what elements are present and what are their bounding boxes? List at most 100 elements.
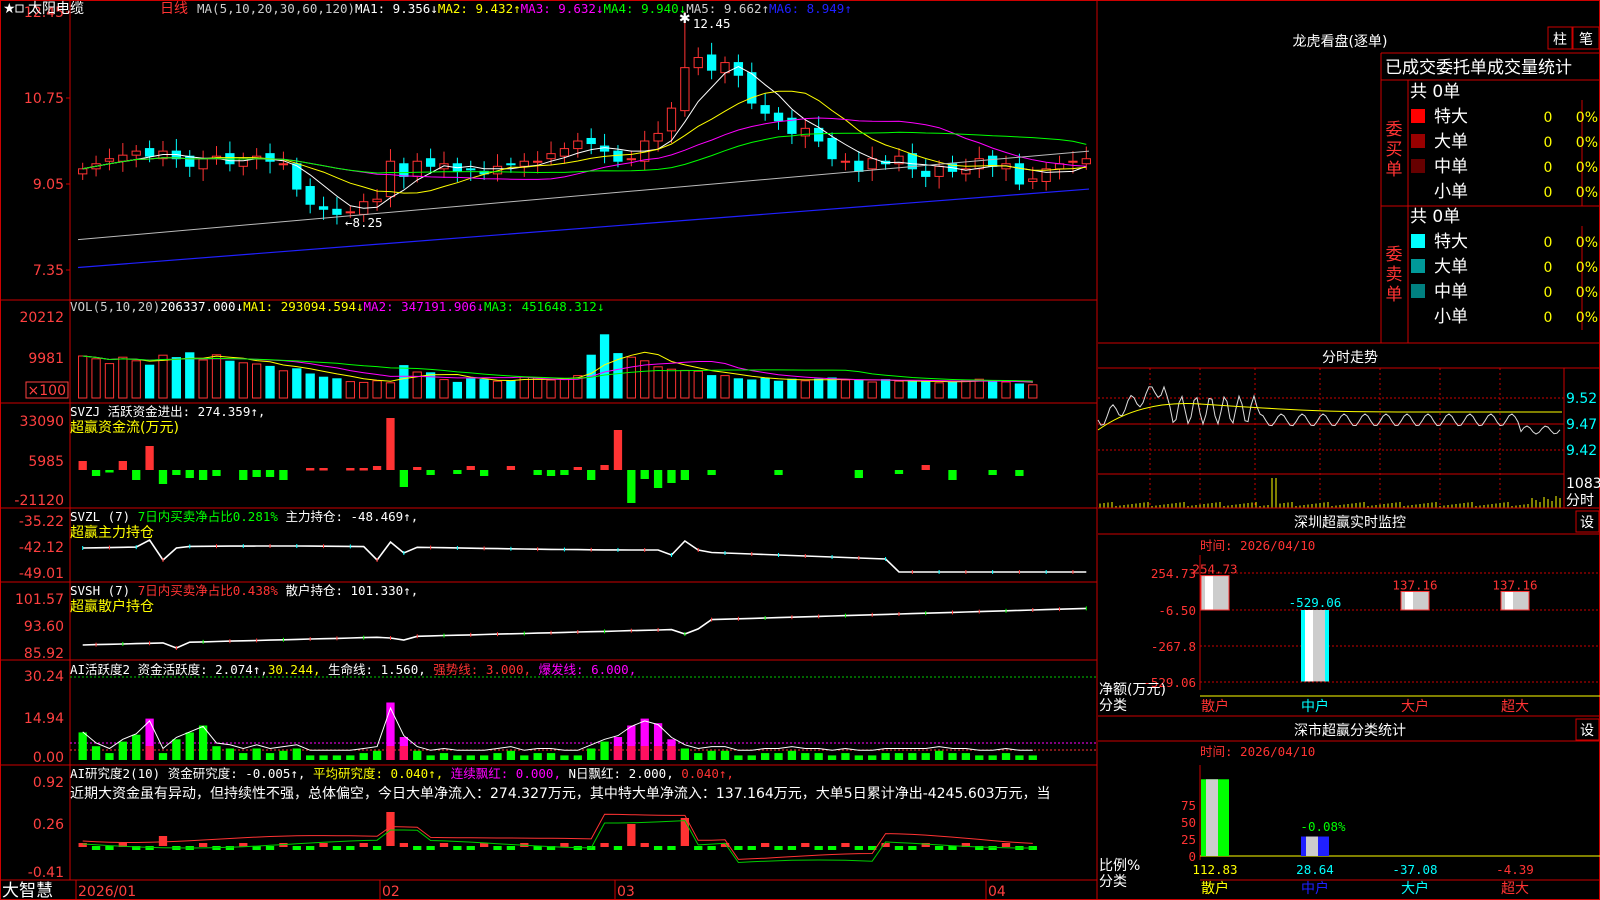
activity-bar[interactable] <box>212 746 221 760</box>
volume-bar[interactable] <box>720 375 730 399</box>
volume-bar[interactable] <box>171 357 182 399</box>
activity-bar[interactable] <box>265 753 275 760</box>
volume-bar[interactable] <box>305 373 315 399</box>
flow-bar[interactable] <box>573 467 582 470</box>
research-bar[interactable] <box>667 846 676 850</box>
volume-bar[interactable] <box>680 369 690 399</box>
volume-bar[interactable] <box>907 381 917 399</box>
candle[interactable] <box>278 163 289 166</box>
candle[interactable] <box>118 154 128 162</box>
flow-bar[interactable] <box>359 468 368 471</box>
research-bar[interactable] <box>680 818 690 846</box>
research-bar[interactable] <box>627 824 636 846</box>
flow-bar[interactable] <box>680 470 690 480</box>
activity-bar[interactable] <box>91 746 101 760</box>
research-bar[interactable] <box>506 846 516 850</box>
flow-bar[interactable] <box>533 470 542 475</box>
activity-bar[interactable] <box>814 753 823 760</box>
activity-bar[interactable] <box>319 755 328 760</box>
candle[interactable] <box>573 140 583 150</box>
research-bar[interactable] <box>787 846 797 850</box>
volume-bar[interactable] <box>773 380 784 399</box>
activity-bar[interactable] <box>479 755 489 760</box>
candle[interactable] <box>345 211 355 214</box>
activity-bar[interactable] <box>975 755 984 760</box>
volume-bar[interactable] <box>934 382 944 399</box>
volume-bar[interactable] <box>626 356 636 399</box>
volume-bar[interactable] <box>332 378 342 399</box>
volume-bar[interactable] <box>760 377 770 399</box>
research-bar[interactable] <box>198 843 208 847</box>
candle[interactable] <box>546 153 556 160</box>
research-bar[interactable] <box>453 846 462 850</box>
flow-bar[interactable] <box>640 470 649 479</box>
candle[interactable] <box>867 158 877 170</box>
activity-bar[interactable] <box>279 750 288 760</box>
volume-bar[interactable] <box>559 377 570 399</box>
flow-bar[interactable] <box>466 466 475 470</box>
volume-bar[interactable] <box>158 354 168 399</box>
activity-bar[interactable] <box>453 755 462 760</box>
research-bar[interactable] <box>640 843 649 847</box>
volume-bar[interactable] <box>974 378 984 399</box>
activity-bar[interactable] <box>707 750 716 760</box>
activity-bar[interactable] <box>841 753 850 760</box>
research-bar[interactable] <box>1001 843 1011 847</box>
candle[interactable] <box>706 54 717 71</box>
research-bar[interactable] <box>359 843 368 847</box>
volume-bar[interactable] <box>91 358 101 399</box>
volume-bar[interactable] <box>399 365 409 399</box>
volume-bar[interactable] <box>211 354 222 399</box>
volume-bar[interactable] <box>439 379 449 399</box>
volume-bar[interactable] <box>225 360 235 399</box>
activity-bar[interactable] <box>506 750 516 760</box>
activity-bar[interactable] <box>172 739 181 760</box>
research-bar[interactable] <box>332 846 342 850</box>
flow-bar[interactable] <box>239 470 248 480</box>
flow-bar[interactable] <box>453 470 462 474</box>
research-bar[interactable] <box>78 843 87 847</box>
flow-bar[interactable] <box>265 470 275 477</box>
flow-bar[interactable] <box>306 468 315 471</box>
volume-bar[interactable] <box>706 375 717 399</box>
research-bar[interactable] <box>694 846 703 850</box>
flow-bar[interactable] <box>105 470 114 473</box>
flow-bar[interactable] <box>399 470 408 487</box>
candle[interactable] <box>144 148 155 157</box>
volume-bar[interactable] <box>800 380 810 399</box>
activity-bar[interactable] <box>533 753 542 760</box>
candle[interactable] <box>599 145 610 152</box>
activity-bar[interactable] <box>560 755 569 760</box>
flow-bar[interactable] <box>212 470 221 476</box>
activity-bar[interactable] <box>881 753 890 760</box>
activity-bar[interactable] <box>158 753 168 760</box>
flow-bar[interactable] <box>587 470 596 480</box>
candle[interactable] <box>1014 163 1025 185</box>
volume-bar[interactable] <box>252 363 262 399</box>
flow-bar[interactable] <box>172 470 181 475</box>
research-bar[interactable] <box>801 843 810 847</box>
volume-bar[interactable] <box>318 376 329 399</box>
candle[interactable] <box>987 155 998 167</box>
activity-bar[interactable] <box>185 732 194 760</box>
volume-bar[interactable] <box>492 380 503 399</box>
flow-bar[interactable] <box>921 465 930 470</box>
volume-bar[interactable] <box>479 379 489 399</box>
research-bar[interactable] <box>854 846 863 850</box>
volume-bar[interactable] <box>787 378 797 399</box>
research-bar[interactable] <box>346 846 355 850</box>
candle[interactable] <box>666 107 677 132</box>
volume-bar[interactable] <box>385 382 396 399</box>
volume-bar[interactable] <box>466 378 476 399</box>
flow-bar[interactable] <box>506 466 516 470</box>
flow-bar[interactable] <box>372 466 382 470</box>
volume-bar[interactable] <box>1014 383 1025 399</box>
flow-bar[interactable] <box>600 465 609 470</box>
activity-bar[interactable] <box>734 755 743 760</box>
research-bar[interactable] <box>306 846 315 850</box>
candle[interactable] <box>78 168 88 175</box>
volume-bar[interactable] <box>345 381 355 399</box>
flow-bar[interactable] <box>613 430 623 470</box>
activity-bar[interactable] <box>587 748 596 761</box>
candle[interactable] <box>185 155 195 167</box>
